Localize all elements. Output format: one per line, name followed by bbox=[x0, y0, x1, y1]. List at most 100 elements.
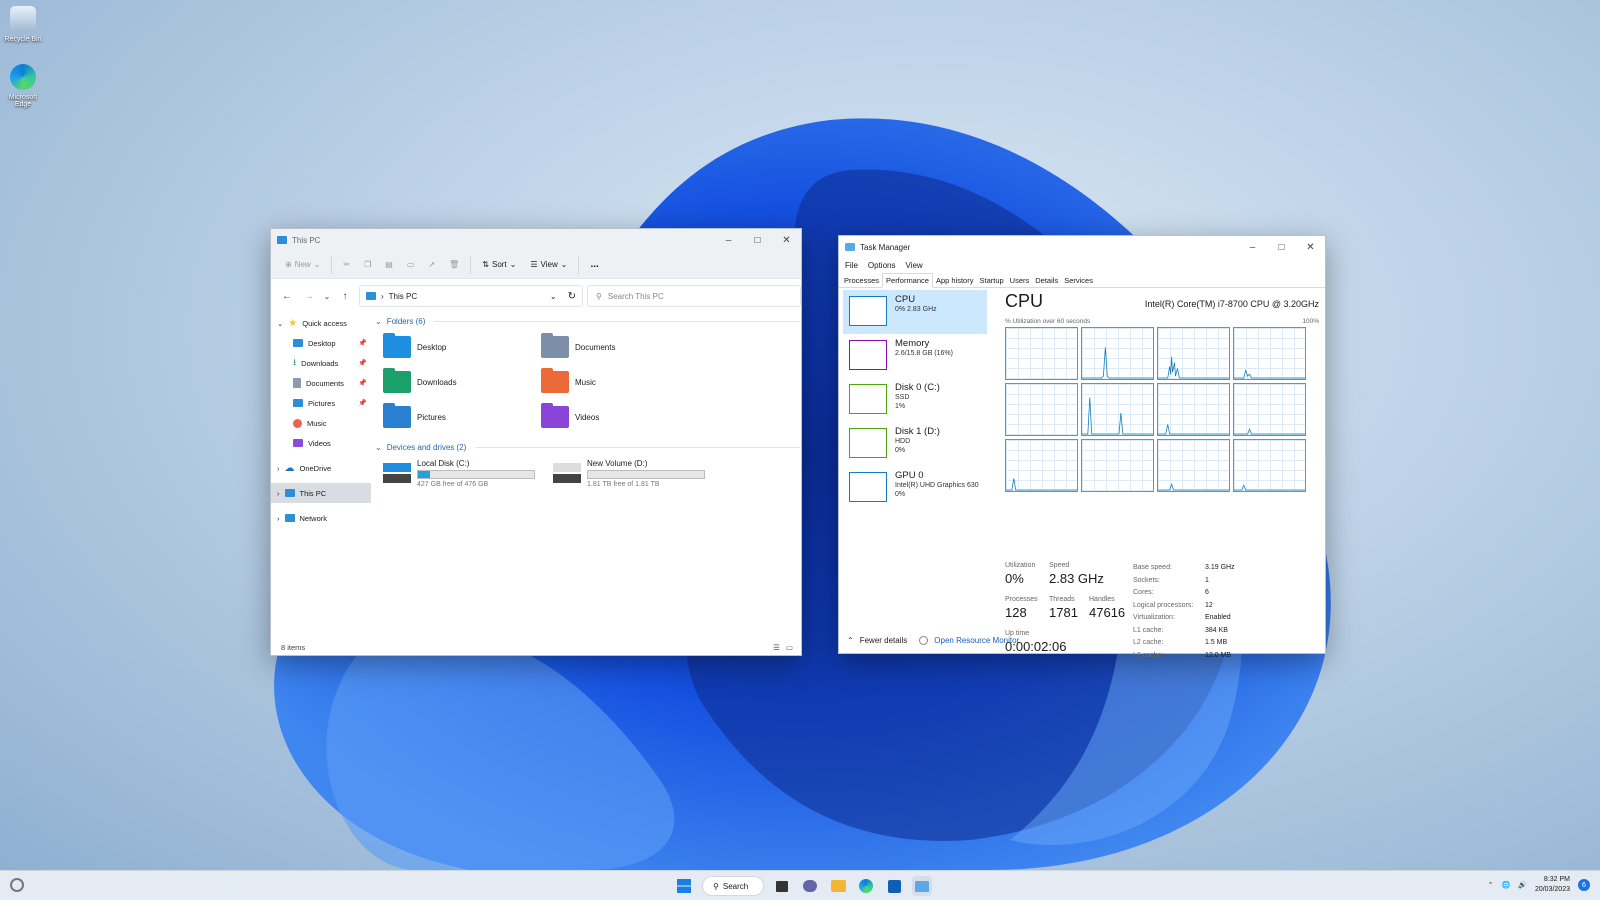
maximize-button[interactable]: □ bbox=[1267, 236, 1296, 258]
folder-desktop[interactable]: Desktop bbox=[383, 333, 541, 361]
notification-badge[interactable]: 6 bbox=[1578, 879, 1590, 891]
tab-startup[interactable]: Startup bbox=[976, 276, 1006, 285]
resource-disk-1[interactable]: Disk 1 (D:) HDD 0% bbox=[843, 422, 987, 466]
taskbar: ⚲ Search ⌃ 🌐 🔊 8:32 PM 20/03/2023 6 bbox=[0, 870, 1600, 900]
copy-icon: ❐ bbox=[364, 260, 372, 269]
close-button[interactable]: ✕ bbox=[772, 229, 801, 251]
drive-c[interactable]: Local Disk (C:) 427 GB free of 476 GB bbox=[383, 459, 543, 488]
volume-icon[interactable]: 🔊 bbox=[1518, 881, 1527, 889]
copy-button[interactable]: ❐ bbox=[358, 254, 377, 276]
close-button[interactable]: ✕ bbox=[1296, 236, 1325, 258]
nav-downloads[interactable]: ⭳ Downloads 📌 bbox=[271, 353, 371, 373]
tab-details[interactable]: Details bbox=[1032, 276, 1061, 285]
menu-view[interactable]: View bbox=[905, 261, 922, 270]
explorer-titlebar[interactable]: This PC – □ ✕ bbox=[271, 229, 801, 251]
resource-cpu[interactable]: CPU 0% 2.83 GHz bbox=[843, 290, 987, 334]
plus-icon: ⊕ bbox=[285, 260, 292, 269]
large-icons-view-icon[interactable]: ▭ bbox=[786, 643, 793, 652]
desktop-folder-icon bbox=[293, 339, 303, 347]
task-manager-taskbar-button[interactable] bbox=[912, 876, 932, 896]
rename-button[interactable]: ▭ bbox=[401, 254, 421, 276]
tab-performance[interactable]: Performance bbox=[882, 272, 933, 288]
nav-pictures[interactable]: Pictures 📌 bbox=[271, 393, 371, 413]
cpu-thumbnail-graph bbox=[849, 296, 887, 326]
details-view-icon[interactable]: ☰ bbox=[773, 643, 780, 652]
up-button[interactable]: ↑ bbox=[335, 291, 355, 302]
clock[interactable]: 8:32 PM 20/03/2023 bbox=[1535, 875, 1570, 895]
drive-d[interactable]: New Volume (D:) 1.81 TB free of 1.81 TB bbox=[553, 459, 713, 488]
maximize-button[interactable]: □ bbox=[743, 229, 772, 251]
nav-music[interactable]: Music bbox=[271, 413, 371, 433]
processes-value: 128 bbox=[1005, 605, 1027, 620]
more-options-button[interactable]: ... bbox=[584, 254, 604, 276]
minimize-button[interactable]: – bbox=[1238, 236, 1267, 258]
menu-options[interactable]: Options bbox=[868, 261, 896, 270]
refresh-icon[interactable]: ↻ bbox=[568, 291, 576, 302]
desktop: Recycle Bin Microsoft Edge This PC – □ ✕… bbox=[0, 0, 1600, 870]
network-icon[interactable]: 🌐 bbox=[1502, 881, 1511, 889]
nav-onedrive[interactable]: › ☁ OneDrive bbox=[271, 458, 371, 478]
edge-taskbar-button[interactable] bbox=[856, 876, 876, 896]
nav-network[interactable]: › Network bbox=[271, 508, 371, 528]
desktop-icon-recycle-bin[interactable]: Recycle Bin bbox=[0, 6, 46, 43]
sort-button[interactable]: ⇅ Sort ⌄ bbox=[476, 254, 522, 276]
search-box[interactable]: ⚲ Search This PC bbox=[587, 285, 801, 307]
forward-button[interactable]: → bbox=[299, 291, 319, 302]
menu-file[interactable]: File bbox=[845, 261, 858, 270]
view-button[interactable]: ☰ View ⌄ bbox=[524, 254, 573, 276]
cpu-graph-11 bbox=[1233, 439, 1306, 492]
command-bar: ⊕ New ⌄ ✂ ❐ ▤ ▭ ↗ 🗑 ⇅ Sort ⌄ ☰ View ⌄ ... bbox=[271, 251, 801, 279]
desktop-icon-edge[interactable]: Microsoft Edge bbox=[0, 64, 46, 108]
group-divider bbox=[434, 320, 800, 322]
tab-processes[interactable]: Processes bbox=[841, 276, 882, 285]
address-bar[interactable]: › This PC ⌄ ↻ bbox=[359, 285, 583, 307]
open-resource-monitor-link[interactable]: Open Resource Monitor bbox=[934, 636, 1019, 645]
store-taskbar-button[interactable] bbox=[884, 876, 904, 896]
nav-this-pc[interactable]: › This PC bbox=[271, 483, 371, 503]
file-explorer-taskbar-button[interactable] bbox=[828, 876, 848, 896]
nav-desktop[interactable]: Desktop 📌 bbox=[271, 333, 371, 353]
folder-documents[interactable]: Documents bbox=[541, 333, 699, 361]
back-button[interactable]: ← bbox=[277, 291, 297, 302]
chevron-up-icon[interactable]: ⌃ bbox=[847, 636, 854, 645]
fewer-details-button[interactable]: Fewer details bbox=[860, 636, 908, 645]
nav-videos[interactable]: Videos bbox=[271, 433, 371, 453]
task-manager-icon bbox=[915, 880, 929, 892]
chevron-right-icon: › bbox=[277, 463, 280, 473]
star-icon: ★ bbox=[288, 317, 298, 329]
taskmgr-titlebar[interactable]: Task Manager – □ ✕ bbox=[839, 236, 1325, 258]
tab-app-history[interactable]: App history bbox=[933, 276, 977, 285]
start-button[interactable] bbox=[674, 876, 694, 896]
toolbar-divider bbox=[331, 255, 333, 274]
resource-gpu-0[interactable]: GPU 0 Intel(R) UHD Graphics 630 0% bbox=[843, 466, 987, 510]
new-button[interactable]: ⊕ New ⌄ bbox=[279, 254, 326, 276]
nav-quick-access[interactable]: ⌄ ★ Quick access bbox=[271, 313, 371, 333]
tab-users[interactable]: Users bbox=[1007, 276, 1033, 285]
resource-memory[interactable]: Memory 2.6/15.8 GB (16%) bbox=[843, 334, 987, 378]
delete-button[interactable]: 🗑 bbox=[443, 254, 465, 276]
paste-button[interactable]: ▤ bbox=[379, 254, 399, 276]
recent-locations-button[interactable]: ⌄ bbox=[321, 292, 333, 301]
cpu-heading: CPU bbox=[1005, 291, 1044, 311]
teams-chat-button[interactable] bbox=[800, 876, 820, 896]
folder-videos[interactable]: Videos bbox=[541, 403, 699, 431]
folder-music[interactable]: Music bbox=[541, 368, 699, 396]
task-view-button[interactable] bbox=[772, 876, 792, 896]
tab-services[interactable]: Services bbox=[1061, 276, 1096, 285]
folders-group-header[interactable]: ⌄ Folders (6) bbox=[375, 313, 800, 329]
drives-group-header[interactable]: ⌄ Devices and drives (2) bbox=[375, 439, 800, 455]
folder-pictures[interactable]: Pictures bbox=[383, 403, 541, 431]
chevron-down-icon[interactable]: ⌄ bbox=[550, 292, 557, 301]
cpu-model: Intel(R) Core(TM) i7-8700 CPU @ 3.20GHz bbox=[1144, 299, 1319, 309]
taskbar-search[interactable]: ⚲ Search bbox=[702, 876, 764, 896]
nav-documents[interactable]: Documents 📌 bbox=[271, 373, 371, 393]
cut-button[interactable]: ✂ bbox=[337, 254, 356, 276]
share-button[interactable]: ↗ bbox=[422, 254, 441, 276]
resource-disk-0[interactable]: Disk 0 (C:) SSD 1% bbox=[843, 378, 987, 422]
minimize-button[interactable]: – bbox=[714, 229, 743, 251]
content-area: ⌄ Folders (6) Desktop Documents Download… bbox=[375, 313, 800, 633]
folder-downloads[interactable]: Downloads bbox=[383, 368, 541, 396]
widgets-icon[interactable] bbox=[10, 878, 24, 892]
clipboard-icon: ▤ bbox=[385, 260, 393, 269]
chevron-up-icon[interactable]: ⌃ bbox=[1488, 881, 1494, 889]
